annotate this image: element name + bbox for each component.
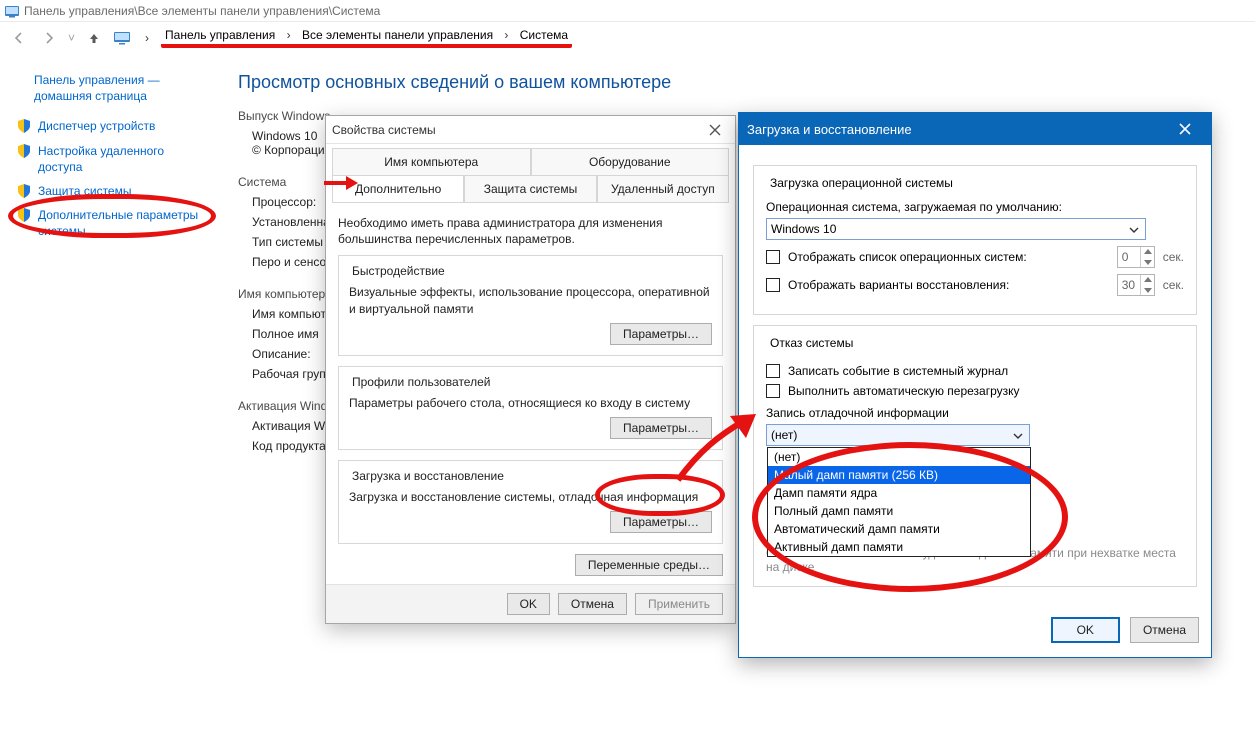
sidebar-item-label: Защита системы	[38, 183, 131, 199]
dialog1-titlebar[interactable]: Свойства системы	[326, 116, 735, 144]
close-icon[interactable]	[1167, 116, 1203, 142]
checkbox-show-os-list[interactable]	[766, 250, 780, 264]
chevron-down-icon	[1126, 222, 1142, 238]
shield-icon	[16, 183, 32, 199]
sidebar-item-label: Диспетчер устройств	[38, 118, 155, 134]
nav-forward[interactable]	[38, 27, 60, 49]
checkbox-write-event[interactable]	[766, 364, 780, 378]
dump-option[interactable]: Полный дамп памяти	[768, 502, 1030, 520]
group-desc: Загрузка и восстановление системы, отлад…	[349, 489, 712, 505]
window-titlebar: Панель управления\Все элементы панели уп…	[0, 0, 1255, 22]
group-performance: Быстродействие Визуальные эффекты, испол…	[338, 255, 723, 355]
tab-remote[interactable]: Удаленный доступ	[597, 176, 729, 202]
checkbox-auto-restart[interactable]	[766, 384, 780, 398]
performance-params-button[interactable]: Параметры…	[610, 323, 712, 345]
page-title: Просмотр основных сведений о вашем компь…	[238, 72, 1243, 93]
sidebar: Панель управления — домашняя страница Ди…	[0, 54, 220, 465]
nav-recent-chevron[interactable]: ˅	[68, 31, 75, 45]
label-write-event: Записать событие в системный журнал	[788, 364, 1008, 378]
startup-params-button[interactable]: Параметры…	[610, 511, 712, 533]
dump-option-selected[interactable]: Малый дамп памяти (256 КВ)	[768, 466, 1030, 484]
os-list-seconds-input[interactable]: 0	[1117, 246, 1155, 268]
cancel-button[interactable]: Отмена	[1130, 617, 1199, 643]
label-default-os: Операционная система, загружаемая по умо…	[766, 200, 1184, 214]
dump-value: (нет)	[771, 428, 797, 442]
label-auto-restart: Выполнить автоматическую перезагрузку	[788, 384, 1020, 398]
sidebar-item-label: Дополнительные параметры системы	[38, 207, 210, 239]
apply-button[interactable]: Применить	[635, 593, 723, 615]
group-title: Загрузка и восстановление	[349, 469, 507, 483]
dialog2-titlebar[interactable]: Загрузка и восстановление	[739, 113, 1211, 145]
nav-up[interactable]	[83, 27, 105, 49]
sidebar-home-line2: домашняя страница	[34, 89, 147, 103]
group-title: Профили пользователей	[349, 375, 493, 389]
sidebar-item-label: Настройка удаленного доступа	[38, 143, 210, 175]
label-sec: сек.	[1163, 278, 1184, 292]
sidebar-home[interactable]: Панель управления — домашняя страница	[34, 72, 210, 104]
dialog2-actions: OK Отмена	[739, 607, 1211, 657]
group-user-profiles: Профили пользователей Параметры рабочего…	[338, 366, 723, 450]
admin-note: Необходимо иметь права администратора дл…	[338, 215, 723, 247]
chevron-right-icon: ›	[500, 26, 512, 44]
monitor-icon	[113, 30, 133, 46]
close-icon[interactable]	[701, 119, 729, 141]
group-desc: Визуальные эффекты, использование процес…	[349, 284, 712, 316]
dump-option[interactable]: Автоматический дамп памяти	[768, 520, 1030, 538]
dump-option[interactable]: Активный дамп памяти	[768, 538, 1030, 556]
sidebar-item-protection[interactable]: Защита системы	[16, 183, 210, 199]
default-os-select[interactable]: Windows 10	[766, 218, 1146, 240]
tabs-row1: Имя компьютера Оборудование	[332, 148, 729, 176]
tab-computer-name[interactable]: Имя компьютера	[332, 148, 531, 175]
cancel-button[interactable]: Отмена	[558, 593, 627, 615]
tab-hardware[interactable]: Оборудование	[531, 148, 730, 175]
sidebar-home-line1: Панель управления —	[34, 73, 160, 87]
group-desc: Параметры рабочего стола, относящиеся ко…	[349, 395, 712, 411]
tabs-row2: Дополнительно Защита системы Удаленный д…	[332, 176, 729, 203]
label-show-recovery: Отображать варианты восстановления:	[788, 278, 1109, 292]
dump-dropdown: (нет) Малый дамп памяти (256 КВ) Дамп па…	[767, 447, 1031, 557]
sidebar-item-remote[interactable]: Настройка удаленного доступа	[16, 143, 210, 175]
crumb-all-items[interactable]: Все элементы панели управления	[298, 26, 497, 44]
dialog2-title: Загрузка и восстановление	[747, 122, 912, 137]
ok-button[interactable]: OK	[507, 593, 550, 615]
dump-option[interactable]: (нет)	[768, 448, 1030, 466]
tab-protection[interactable]: Защита системы	[464, 176, 596, 202]
tab-advanced[interactable]: Дополнительно	[332, 176, 464, 202]
dialog1-actions: OK Отмена Применить	[326, 584, 735, 623]
shield-icon	[16, 118, 32, 134]
env-vars-button[interactable]: Переменные среды…	[575, 554, 723, 576]
checkbox-show-recovery[interactable]	[766, 278, 780, 292]
chevron-right-icon: ›	[141, 29, 153, 47]
sidebar-item-device-manager[interactable]: Диспетчер устройств	[16, 118, 210, 134]
crumb-system[interactable]: Система	[516, 26, 572, 44]
ok-button[interactable]: OK	[1051, 617, 1120, 643]
dialog-startup-recovery: Загрузка и восстановление Загрузка опера…	[738, 112, 1212, 658]
shield-icon	[16, 207, 32, 223]
recovery-seconds-input[interactable]: 30	[1117, 274, 1155, 296]
nav-back[interactable]	[8, 27, 30, 49]
group-system-failure: Отказ системы Записать событие в системн…	[753, 325, 1197, 587]
group-legend: Загрузка операционной системы	[766, 176, 957, 190]
dump-option[interactable]: Дамп памяти ядра	[768, 484, 1030, 502]
label-show-os-list: Отображать список операционных систем:	[788, 250, 1109, 264]
group-title: Быстродействие	[349, 264, 448, 278]
window-title: Панель управления\Все элементы панели уп…	[24, 4, 380, 18]
chevron-right-icon: ›	[283, 26, 295, 44]
group-startup-recovery: Загрузка и восстановление Загрузка и вос…	[338, 460, 723, 544]
shield-icon	[16, 143, 32, 159]
crumb-control-panel[interactable]: Панель управления	[161, 26, 279, 44]
dialog-system-properties: Свойства системы Имя компьютера Оборудов…	[325, 115, 736, 624]
dump-select[interactable]: (нет) (нет) Малый дамп памяти (256 КВ) Д…	[766, 424, 1030, 446]
group-legend: Отказ системы	[766, 336, 857, 350]
label-sec: сек.	[1163, 250, 1184, 264]
sidebar-item-advanced-settings[interactable]: Дополнительные параметры системы	[16, 207, 210, 239]
address-bar: ˅ › Панель управления › Все элементы пан…	[0, 22, 1255, 54]
profiles-params-button[interactable]: Параметры…	[610, 417, 712, 439]
group-os-boot: Загрузка операционной системы Операционн…	[753, 165, 1197, 315]
control-panel-icon	[4, 3, 20, 19]
label-dump-info: Запись отладочной информации	[766, 406, 1184, 420]
default-os-value: Windows 10	[771, 222, 836, 236]
dialog1-title: Свойства системы	[332, 123, 436, 137]
chevron-down-icon	[1010, 428, 1026, 444]
